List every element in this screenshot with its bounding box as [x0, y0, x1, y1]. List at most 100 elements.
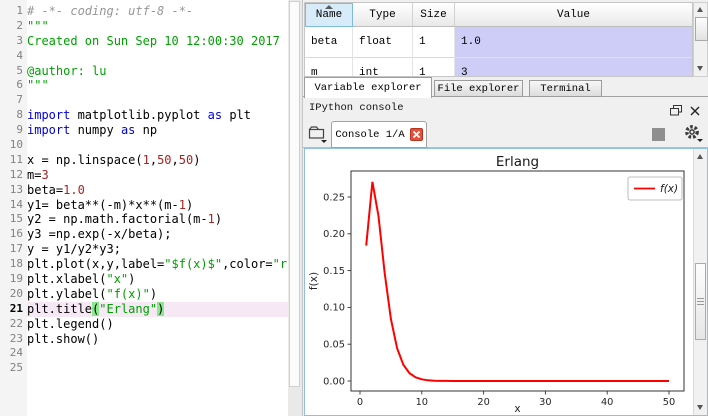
code-line: m=3 — [27, 168, 288, 183]
tab-label: Variable explorer — [314, 82, 421, 94]
line-number[interactable]: 13 — [0, 183, 27, 198]
matplotlib-figure: Erlang0.000.050.100.150.200.250102030405… — [305, 149, 693, 415]
svg-text:f(x): f(x) — [660, 183, 678, 195]
scroll-down-icon[interactable] — [697, 405, 703, 410]
line-number[interactable]: 14 — [0, 198, 27, 213]
variable-explorer-scrollbar[interactable] — [693, 2, 708, 77]
tab-file-explorer[interactable]: File explorer — [434, 80, 523, 97]
line-number[interactable]: 10 — [0, 138, 27, 153]
svg-text:0.05: 0.05 — [323, 340, 345, 351]
tab-label: File explorer — [438, 83, 520, 95]
cell-name[interactable]: m — [305, 58, 353, 77]
code-editor[interactable]: 1234567891011121314151617181920212223242… — [0, 0, 302, 416]
console-scrollbar[interactable] — [693, 149, 707, 415]
editor-scrollbar-thumb[interactable] — [289, 1, 300, 387]
line-number[interactable]: 21 — [0, 302, 27, 317]
code-line: # -*- coding: utf-8 -*- — [27, 4, 288, 19]
tab-close-badge-icon[interactable] — [410, 128, 423, 141]
editor-scrollbar[interactable] — [288, 0, 302, 416]
cell-type[interactable]: int — [353, 58, 413, 77]
scroll-up-icon[interactable] — [697, 154, 703, 159]
code-line: plt.title("Erlang") — [27, 302, 288, 317]
svg-text:Erlang: Erlang — [496, 154, 539, 170]
cell-value[interactable]: 3 — [455, 58, 692, 77]
svg-text:0.25: 0.25 — [323, 192, 345, 203]
cell-size[interactable]: 1 — [413, 58, 455, 77]
column-header-label: Name — [316, 9, 342, 21]
gear-icon[interactable] — [682, 122, 704, 144]
code-line: import numpy as np — [27, 123, 288, 138]
tab-console-1a[interactable]: Console 1/A — [331, 121, 427, 148]
column-header-size[interactable]: Size — [413, 3, 455, 27]
svg-text:50: 50 — [663, 397, 675, 408]
stop-icon[interactable] — [652, 128, 665, 141]
code-line: y2 = np.math.factorial(m-1) — [27, 212, 288, 227]
tab-terminal[interactable]: Terminal — [529, 80, 602, 97]
code-line — [27, 361, 288, 376]
line-number[interactable]: 9 — [0, 123, 27, 138]
line-number[interactable]: 20 — [0, 287, 27, 302]
line-number[interactable]: 22 — [0, 317, 27, 332]
sort-ascending-icon — [325, 5, 333, 9]
code-line: plt.show() — [27, 332, 288, 347]
svg-text:30: 30 — [539, 397, 551, 408]
table-header-row: Name Type Size Value — [305, 3, 692, 27]
line-number[interactable]: 25 — [0, 361, 27, 376]
code-line — [27, 346, 288, 361]
line-number[interactable]: 17 — [0, 242, 27, 257]
folder-icon[interactable] — [307, 123, 330, 144]
code-line: plt.legend() — [27, 317, 288, 332]
tab-variable-explorer[interactable]: Variable explorer — [304, 77, 432, 98]
code-line: """ — [27, 19, 288, 34]
scroll-up-icon[interactable] — [697, 7, 703, 12]
scroll-down-icon[interactable] — [697, 66, 703, 71]
line-number[interactable]: 5 — [0, 64, 27, 79]
pane-title: IPython console — [309, 102, 404, 114]
column-header-value[interactable]: Value — [455, 3, 692, 27]
column-header-name[interactable]: Name — [305, 3, 353, 27]
code-line — [27, 138, 288, 153]
line-number[interactable]: 12 — [0, 168, 27, 183]
variable-explorer-table: Name Type Size Value betafloat11.0 mint13 — [304, 2, 693, 77]
line-number[interactable]: 1 — [0, 4, 27, 19]
code-line: """ — [27, 78, 288, 93]
editor-text-area[interactable]: # -*- coding: utf-8 -*-"""Created on Sun… — [27, 4, 288, 414]
scrollbar-grip — [697, 298, 704, 306]
svg-text:0.10: 0.10 — [323, 303, 345, 314]
scrollbar-thumb[interactable] — [695, 17, 708, 41]
line-number[interactable]: 4 — [0, 49, 27, 64]
editor-gutter[interactable]: 1234567891011121314151617181920212223242… — [0, 0, 27, 416]
console-output-area[interactable]: Erlang0.000.050.100.150.200.250102030405… — [304, 148, 708, 416]
cell-type[interactable]: float — [353, 27, 413, 58]
line-number[interactable]: 23 — [0, 332, 27, 347]
line-number[interactable]: 24 — [0, 346, 27, 361]
svg-text:0.00: 0.00 — [323, 376, 345, 387]
line-number[interactable]: 18 — [0, 257, 27, 272]
line-number[interactable]: 2 — [0, 19, 27, 34]
line-number[interactable]: 7 — [0, 93, 27, 108]
code-line: plt.plot(x,y,label="$f(x)$",color="r — [27, 257, 288, 272]
column-header-type[interactable]: Type — [353, 3, 413, 27]
scrollbar-thumb[interactable] — [695, 263, 706, 340]
table-body: betafloat11.0 mint13 — [305, 27, 692, 77]
close-icon[interactable] — [690, 103, 700, 113]
line-number[interactable]: 11 — [0, 153, 27, 168]
line-number[interactable]: 15 — [0, 212, 27, 227]
code-line: x = np.linspace(1,50,50) — [27, 153, 288, 168]
cell-name[interactable]: beta — [305, 27, 353, 58]
right-panel: Name Type Size Value betafloat11.0 mint13 — [302, 0, 708, 416]
code-line: Created on Sun Sep 10 12:00:30 2017 — [27, 34, 288, 49]
line-number[interactable]: 8 — [0, 108, 27, 123]
spyder-window: 1234567891011121314151617181920212223242… — [0, 0, 708, 416]
line-number[interactable]: 19 — [0, 272, 27, 287]
cell-size[interactable]: 1 — [413, 27, 455, 58]
line-number[interactable]: 3 — [0, 34, 27, 49]
cell-value[interactable]: 1.0 — [455, 27, 692, 58]
code-line — [27, 49, 288, 64]
undock-icon[interactable] — [670, 103, 682, 114]
code-line: plt.ylabel("f(x)") — [27, 287, 288, 302]
line-number[interactable]: 6 — [0, 78, 27, 93]
tab-label: Terminal — [540, 83, 590, 95]
line-number[interactable]: 16 — [0, 227, 27, 242]
code-line: y = y1/y2*y3; — [27, 242, 288, 257]
